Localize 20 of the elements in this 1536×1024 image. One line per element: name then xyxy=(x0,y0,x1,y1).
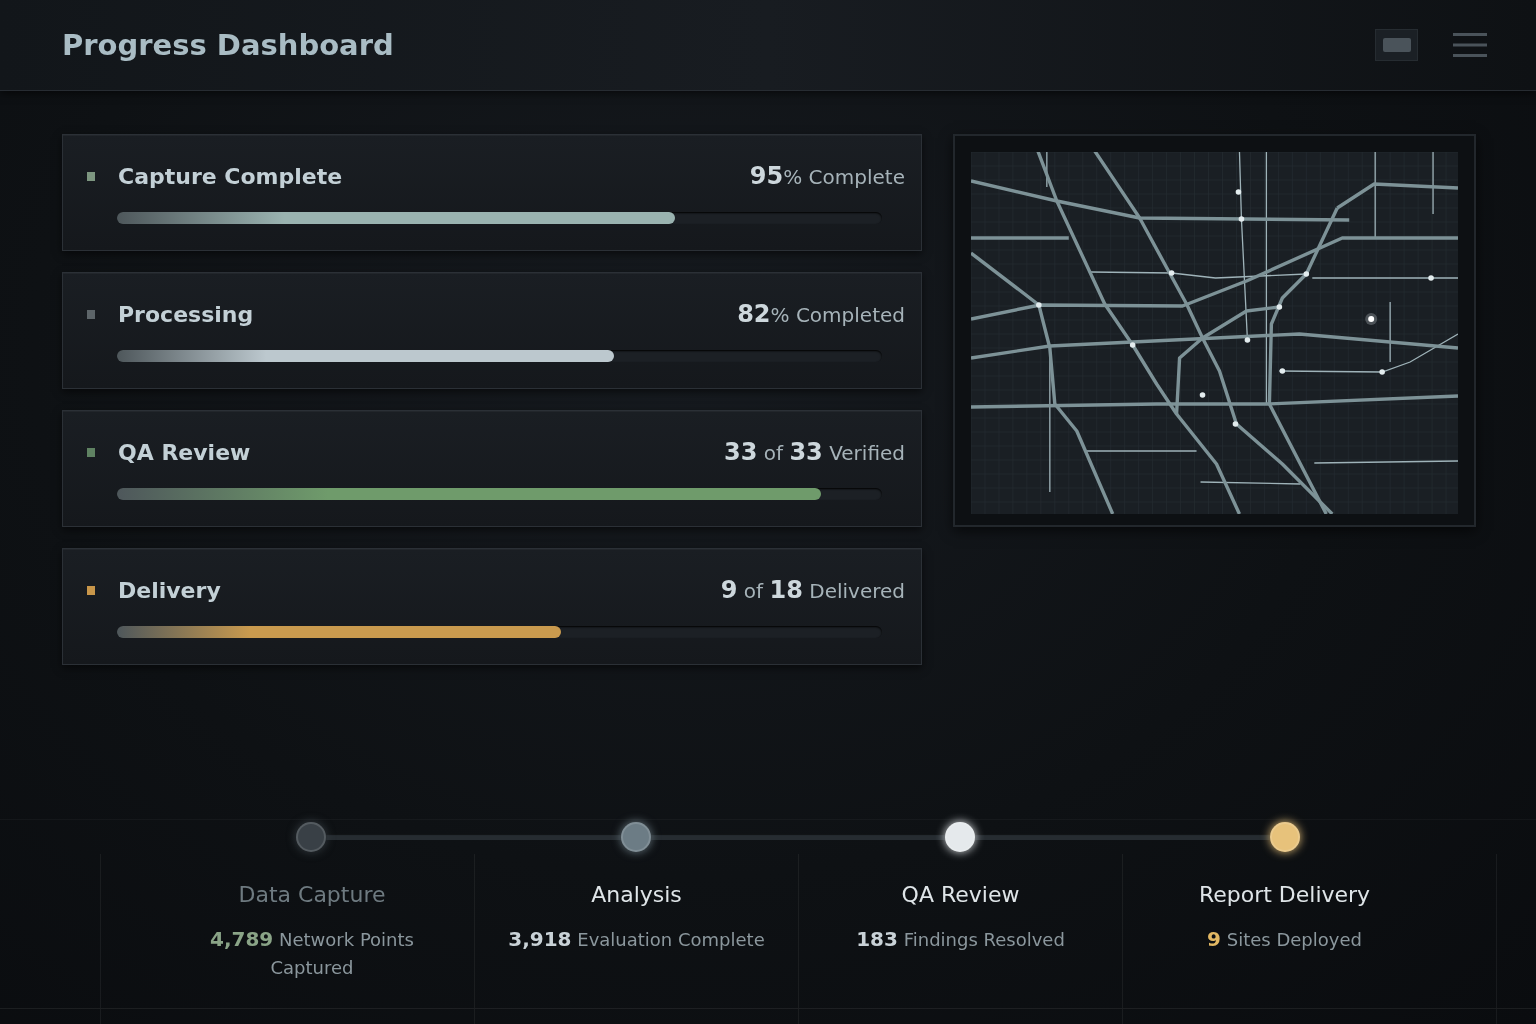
menu-icon[interactable] xyxy=(1453,33,1487,57)
stage-title: Capture Complete xyxy=(118,163,344,189)
stage-status: 95% Complete xyxy=(749,162,905,190)
page-title: Progress Dashboard xyxy=(62,28,395,62)
stage-title: Processing xyxy=(118,301,255,327)
step-stat: 3,918 Evaluation Complete xyxy=(508,926,765,953)
step-title: Data Capture xyxy=(238,881,386,909)
step-stat: 183 Findings Resolved xyxy=(856,926,1065,953)
stage-title: QA Review xyxy=(118,439,252,465)
stage-status: 82% Completed xyxy=(737,300,905,328)
stage-status: 33 of 33 Verified xyxy=(724,438,905,466)
stage-status: 9 of 18 Delivered xyxy=(720,576,905,604)
step-stat: 9 Sites Deployed xyxy=(1207,926,1362,953)
step-title: Analysis xyxy=(591,881,682,909)
screen-button[interactable] xyxy=(1375,29,1418,61)
stage-title: Delivery xyxy=(118,577,222,603)
step-title: Report Delivery xyxy=(1198,881,1371,909)
step-title: QA Review xyxy=(901,881,1020,909)
screen-icon xyxy=(1382,38,1411,52)
step-stat: 4,789 Network Points Captured xyxy=(209,926,415,980)
